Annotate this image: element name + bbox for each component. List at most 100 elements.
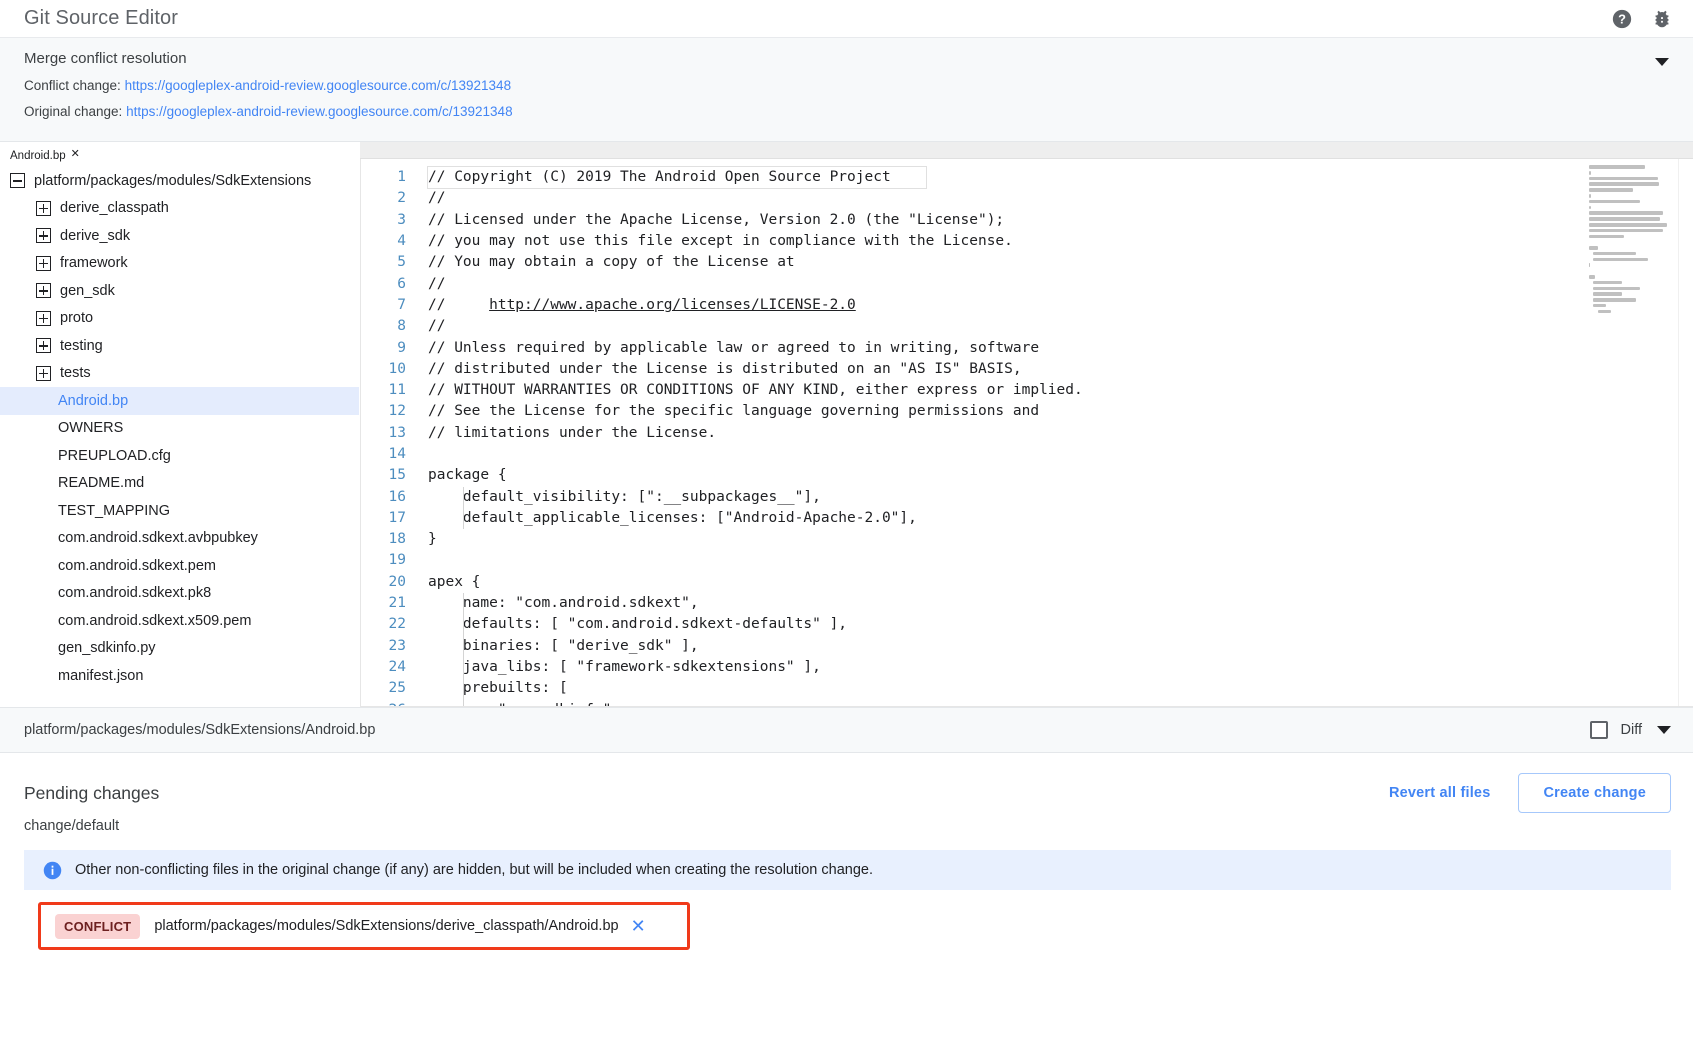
panel-title: Merge conflict resolution (24, 50, 1669, 67)
tree-node-folder-tests[interactable]: tests (0, 360, 359, 388)
expand-icon[interactable] (36, 283, 51, 298)
tree-node-file-Android.bp[interactable]: Android.bp (0, 387, 359, 415)
code-line: // You may obtain a copy of the License … (428, 252, 1693, 273)
tree-node-file-PREUPLOAD.cfg[interactable]: PREUPLOAD.cfg (0, 442, 359, 470)
pending-changes-header: Pending changes Revert all files Create … (24, 771, 1671, 815)
chevron-down-icon[interactable] (1657, 726, 1671, 734)
tree-node-label: tests (60, 365, 91, 381)
create-change-button[interactable]: Create change (1518, 773, 1671, 813)
merge-conflict-panel: Merge conflict resolution Conflict chang… (0, 38, 1693, 142)
tree-node-file-com.android.sdkext.x509.pem[interactable]: com.android.sdkext.x509.pem (0, 607, 359, 635)
svg-text:?: ? (1618, 11, 1626, 26)
line-number: 15 (361, 465, 406, 486)
code-scroll-region[interactable]: // Copyright (C) 2019 The Android Open S… (416, 159, 1693, 706)
code-line: prebuilts: [ (428, 678, 1693, 699)
expand-icon[interactable] (36, 311, 51, 326)
code-line: default_visibility: [":__subpackages__"]… (428, 487, 1693, 508)
tree-node-folder-derive_classpath[interactable]: derive_classpath (0, 195, 359, 223)
collapse-icon[interactable] (10, 173, 25, 188)
original-change-label: Original change: (24, 104, 122, 119)
bug-report-icon[interactable] (1651, 8, 1673, 30)
code-content[interactable]: // Copyright (C) 2019 The Android Open S… (416, 167, 1693, 706)
line-number: 25 (361, 678, 406, 699)
code-line: // you may not use this file except in c… (428, 231, 1693, 252)
code-line: // WITHOUT WARRANTIES OR CONDITIONS OF A… (428, 380, 1693, 401)
expand-icon[interactable] (36, 366, 51, 381)
tree-node-file-TEST_MAPPING[interactable]: TEST_MAPPING (0, 497, 359, 525)
line-number: 24 (361, 657, 406, 678)
tree-node-file-manifest.json[interactable]: manifest.json (0, 662, 359, 690)
tree-node-label: manifest.json (58, 668, 143, 684)
indent-guide (463, 487, 464, 530)
page-title: Git Source Editor (24, 7, 178, 30)
line-number: 3 (361, 210, 406, 231)
close-icon[interactable]: ✕ (71, 149, 80, 160)
indent-guide (463, 593, 464, 706)
code-line: package { (428, 465, 1693, 486)
diff-label: Diff (1621, 722, 1643, 738)
tree-node-root[interactable]: platform/packages/modules/SdkExtensions (0, 167, 359, 195)
tree-node-folder-framework[interactable]: framework (0, 250, 359, 278)
code-editor-pane: 1234567891011121314151617181920212223242… (360, 142, 1693, 707)
tree-node-label: platform/packages/modules/SdkExtensions (34, 173, 311, 189)
line-number: 2 (361, 188, 406, 209)
info-banner-text: Other non-conflicting files in the origi… (75, 862, 873, 878)
line-number: 1 (361, 167, 406, 188)
tree-node-label: gen_sdk (60, 283, 115, 299)
code-line: // http://www.apache.org/licenses/LICENS… (428, 295, 1693, 316)
close-icon[interactable]: ✕ (631, 917, 646, 935)
tree-node-label: com.android.sdkext.pk8 (58, 585, 211, 601)
code-vertical-scrollbar[interactable] (1678, 159, 1693, 706)
current-file-path: platform/packages/modules/SdkExtensions/… (24, 722, 375, 738)
expand-icon[interactable] (36, 201, 51, 216)
editor-area: Android.bp ✕ platform/packages/modules/S… (0, 142, 1693, 707)
tree-node-file-README.md[interactable]: README.md (0, 470, 359, 498)
tab-android-bp[interactable]: Android.bp ✕ (4, 149, 86, 165)
expand-icon[interactable] (36, 256, 51, 271)
conflict-change-line: Conflict change: https://googleplex-andr… (24, 76, 1669, 96)
code-line: binaries: [ "derive_sdk" ], (428, 636, 1693, 657)
tree-node-folder-derive_sdk[interactable]: derive_sdk (0, 222, 359, 250)
tree-node-folder-gen_sdk[interactable]: gen_sdk (0, 277, 359, 305)
tree-node-label: com.android.sdkext.x509.pem (58, 613, 251, 629)
chevron-down-icon[interactable] (1655, 58, 1669, 66)
original-change-link[interactable]: https://googleplex-android-review.google… (126, 104, 513, 119)
file-tree: platform/packages/modules/SdkExtensions d… (0, 164, 359, 690)
tree-node-file-com.android.sdkext.pk8[interactable]: com.android.sdkext.pk8 (0, 580, 359, 608)
tree-node-file-com.android.sdkext.avbpubkey[interactable]: com.android.sdkext.avbpubkey (0, 525, 359, 553)
tree-node-file-com.android.sdkext.pem[interactable]: com.android.sdkext.pem (0, 552, 359, 580)
pending-changes-title: Pending changes (24, 783, 159, 804)
code-line: // Unless required by applicable law or … (428, 338, 1693, 359)
tree-node-folder-testing[interactable]: testing (0, 332, 359, 360)
tree-node-label: derive_classpath (60, 200, 169, 216)
code-line (428, 444, 1693, 465)
line-number: 23 (361, 636, 406, 657)
original-change-line: Original change: https://googleplex-andr… (24, 102, 1669, 122)
code-line: // (428, 316, 1693, 337)
expand-icon[interactable] (36, 338, 51, 353)
tree-node-file-OWNERS[interactable]: OWNERS (0, 415, 359, 443)
tree-node-file-gen_sdkinfo.py[interactable]: gen_sdkinfo.py (0, 635, 359, 663)
tree-node-folder-proto[interactable]: proto (0, 305, 359, 333)
diff-checkbox[interactable] (1590, 721, 1608, 739)
license-url-link[interactable]: http://www.apache.org/licenses/LICENSE-2… (489, 297, 856, 313)
code-line: // distributed under the License is dist… (428, 359, 1693, 380)
tree-node-label: testing (60, 338, 103, 354)
info-icon (42, 860, 63, 881)
help-circle-icon[interactable]: ? (1611, 8, 1633, 30)
tree-node-label: TEST_MAPPING (58, 503, 170, 519)
line-number: 14 (361, 444, 406, 465)
pending-changes-section: Pending changes Revert all files Create … (0, 753, 1693, 950)
code-line: // See the License for the specific lang… (428, 401, 1693, 422)
tree-node-label: com.android.sdkext.pem (58, 558, 216, 574)
conflict-file-path: platform/packages/modules/SdkExtensions/… (154, 918, 618, 934)
line-number: 18 (361, 529, 406, 550)
revert-all-files-button[interactable]: Revert all files (1389, 785, 1491, 801)
conflict-file-row[interactable]: CONFLICT platform/packages/modules/SdkEx… (38, 902, 690, 950)
conflict-change-link[interactable]: https://googleplex-android-review.google… (125, 78, 512, 93)
expand-icon[interactable] (36, 228, 51, 243)
code-body: 1234567891011121314151617181920212223242… (360, 159, 1693, 707)
code-line: // Licensed under the Apache License, Ve… (428, 210, 1693, 231)
line-number: 7 (361, 295, 406, 316)
code-line: apex { (428, 572, 1693, 593)
